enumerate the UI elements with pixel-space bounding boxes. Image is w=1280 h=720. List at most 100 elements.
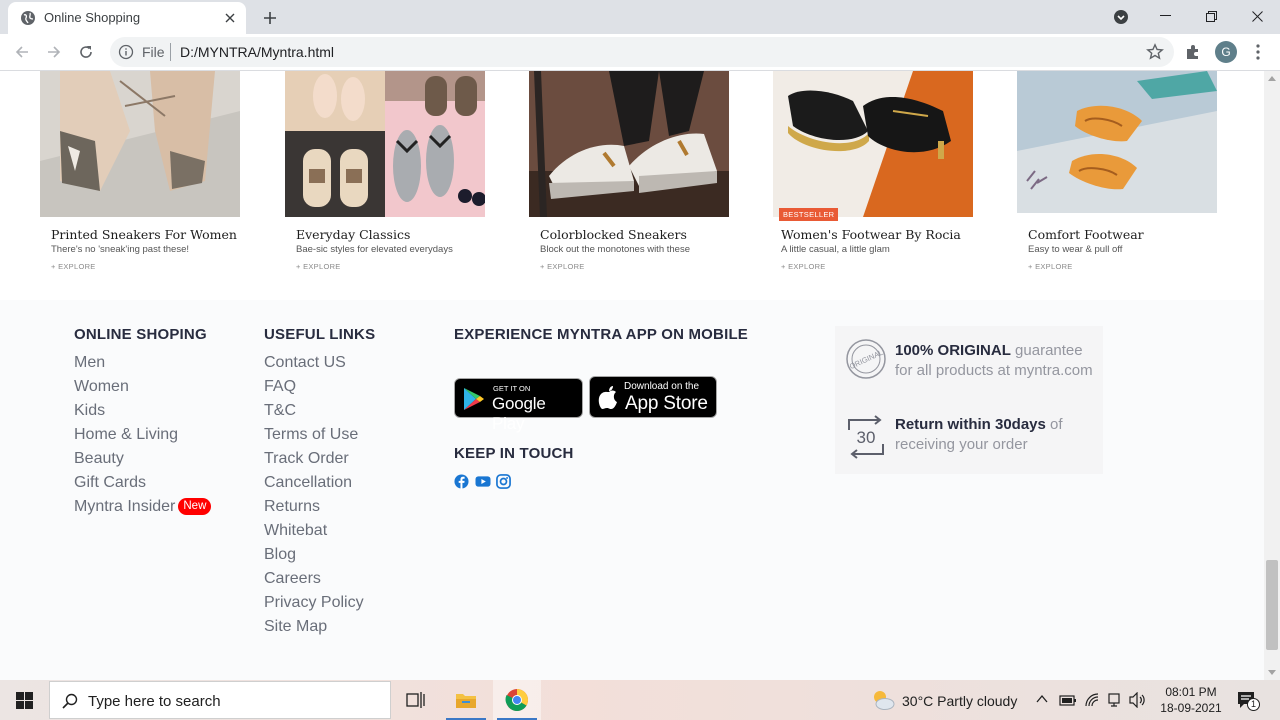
scroll-thumb[interactable]: [1266, 560, 1278, 650]
footer-link-whitebat[interactable]: Whitebat: [264, 519, 375, 543]
action-center-button[interactable]: 1: [1236, 690, 1260, 712]
url-text[interactable]: D:/MYNTRA/Myntra.html: [180, 44, 334, 60]
product-subtitle: Bae-sic styles for elevated everydays: [296, 244, 453, 255]
chevron-up-icon[interactable]: [1036, 694, 1048, 704]
taskbar-search-placeholder: Type here to search: [88, 693, 221, 710]
footer-link-men[interactable]: Men: [74, 351, 211, 375]
profile-avatar[interactable]: G: [1215, 41, 1237, 63]
page-scrollbar[interactable]: [1264, 71, 1280, 680]
product-card[interactable]: Comfort Footwear Easy to wear & pull off…: [1017, 71, 1217, 296]
chrome-taskbar-button[interactable]: [493, 680, 541, 720]
app-heading: EXPERIENCE MYNTRA APP ON MOBILE: [454, 326, 749, 343]
wifi-icon[interactable]: [1084, 692, 1100, 708]
scroll-down-arrow-icon[interactable]: [1268, 670, 1276, 675]
footer-link-faq[interactable]: FAQ: [264, 375, 375, 399]
browser-tab[interactable]: Online Shopping: [8, 2, 246, 34]
online-shopping-heading: ONLINE SHOPING: [74, 326, 207, 343]
display-icon[interactable]: [1107, 692, 1123, 708]
back-arrow-icon[interactable]: [8, 38, 36, 66]
reload-icon[interactable]: [72, 38, 100, 66]
task-view-button[interactable]: [392, 680, 440, 720]
product-name[interactable]: Printed Sneakers For Women: [51, 227, 237, 242]
footer-link-site-map[interactable]: Site Map: [264, 615, 375, 639]
footer-link-cancellation[interactable]: Cancellation: [264, 471, 375, 495]
product-name[interactable]: Comfort Footwear: [1028, 227, 1144, 242]
footer-link-women[interactable]: Women: [74, 375, 211, 399]
return-policy: 30 Return within 30days of receiving your…: [845, 412, 1095, 460]
online-shopping-column: ONLINE SHOPING Men Women Kids Home & Liv…: [74, 326, 212, 519]
address-bar[interactable]: File D:/MYNTRA/Myntra.html: [110, 37, 1174, 67]
footer-link-careers[interactable]: Careers: [264, 567, 375, 591]
footer-link-privacy-policy[interactable]: Privacy Policy: [264, 591, 375, 615]
info-icon[interactable]: [118, 44, 134, 60]
restore-button[interactable]: [1188, 0, 1234, 32]
forward-arrow-icon[interactable]: [40, 38, 68, 66]
footer-link-blog[interactable]: Blog: [264, 543, 375, 567]
product-card[interactable]: Everyday Classics Bae-sic styles for ele…: [285, 71, 485, 296]
bookmark-star-icon[interactable]: [1146, 43, 1164, 61]
footer-link-beauty[interactable]: Beauty: [74, 447, 211, 471]
footer-link-home-living[interactable]: Home & Living: [74, 423, 211, 447]
product-name[interactable]: Everyday Classics: [296, 227, 410, 242]
weather-text[interactable]: 30°C Partly cloudy: [902, 693, 1017, 709]
site-footer: ONLINE SHOPING Men Women Kids Home & Liv…: [0, 300, 1264, 680]
windows-logo-icon: [15, 691, 33, 709]
footer-link-tc[interactable]: T&C: [264, 399, 375, 423]
windows-start-button[interactable]: [0, 680, 48, 720]
notification-count: 1: [1247, 698, 1260, 711]
footer-link-gift-cards[interactable]: Gift Cards: [74, 471, 211, 495]
scroll-up-arrow-icon[interactable]: [1268, 76, 1276, 81]
product-image[interactable]: [1017, 71, 1217, 213]
product-image[interactable]: [40, 71, 240, 217]
partly-cloudy-icon[interactable]: [871, 689, 895, 711]
keep-in-touch-column: KEEP IN TOUCH: [454, 445, 574, 470]
product-card[interactable]: Printed Sneakers For Women There's no 's…: [40, 71, 240, 296]
windows-taskbar: Type here to search 30°C Partly cloudy 0…: [0, 680, 1280, 720]
speaker-icon[interactable]: [1129, 692, 1147, 708]
explore-link[interactable]: + EXPLORE: [781, 262, 826, 271]
battery-icon[interactable]: [1059, 693, 1077, 707]
footer-link-myntra-insider[interactable]: Myntra Insider: [74, 498, 175, 515]
extensions-puzzle-icon[interactable]: [1184, 43, 1202, 61]
app-store-button[interactable]: Download on the App Store: [589, 376, 717, 418]
product-name[interactable]: Women's Footwear By Rocia: [781, 227, 961, 242]
footer-link-terms-of-use[interactable]: Terms of Use: [264, 423, 375, 447]
explore-link[interactable]: + EXPLORE: [296, 262, 341, 271]
new-tab-button[interactable]: [256, 4, 284, 32]
file-explorer-button[interactable]: [442, 680, 490, 720]
close-window-button[interactable]: [1234, 0, 1280, 32]
browser-menu-icon[interactable]: [1250, 42, 1266, 62]
footer-link-returns[interactable]: Returns: [264, 495, 375, 519]
taskbar-search-box[interactable]: Type here to search: [49, 681, 391, 719]
clock-time: 08:01 PM: [1165, 685, 1217, 699]
product-image[interactable]: [529, 71, 729, 217]
explore-link[interactable]: + EXPLORE: [540, 262, 585, 271]
google-play-button[interactable]: GET IT ON Google Play: [454, 378, 583, 433]
chrome-icon: [505, 689, 528, 711]
keep-in-touch-heading: KEEP IN TOUCH: [454, 445, 574, 462]
clock-date: 18-09-2021: [1160, 701, 1222, 715]
youtube-icon[interactable]: [475, 474, 491, 489]
footer-link-contact-us[interactable]: Contact US: [264, 351, 375, 375]
explore-link[interactable]: + EXPLORE: [1028, 262, 1073, 271]
instagram-icon[interactable]: [496, 474, 511, 489]
close-tab-icon[interactable]: [218, 6, 242, 30]
return-rest: of: [1045, 416, 1063, 433]
product-image[interactable]: [773, 71, 973, 217]
footer-link-kids[interactable]: Kids: [74, 399, 211, 423]
product-card[interactable]: BESTSELLER Women's Footwear By Rocia A l…: [773, 71, 973, 296]
explore-link[interactable]: + EXPLORE: [51, 262, 96, 271]
globe-icon: [21, 11, 35, 25]
tab-search-button[interactable]: [1110, 6, 1132, 28]
return-policy-text: Return within 30days of receiving your or…: [895, 415, 1063, 455]
product-card[interactable]: Colorblocked Sneakers Block out the mono…: [529, 71, 729, 296]
minimize-button[interactable]: [1142, 0, 1188, 32]
footer-link-track-order[interactable]: Track Order: [264, 447, 375, 471]
facebook-icon[interactable]: [454, 474, 469, 489]
product-image[interactable]: [285, 71, 485, 217]
product-name[interactable]: Colorblocked Sneakers: [540, 227, 687, 242]
original-bold: 100% ORIGINAL: [895, 342, 1011, 359]
original-stamp-icon: ORIGINAL: [846, 339, 886, 379]
system-clock[interactable]: 08:01 PM 18-09-2021: [1155, 684, 1227, 716]
browser-toolbar: File D:/MYNTRA/Myntra.html: [0, 34, 1280, 71]
